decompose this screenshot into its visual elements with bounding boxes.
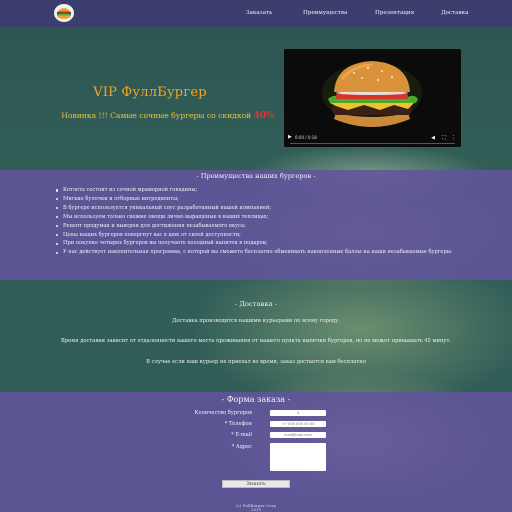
list-item: Котлета состоит из сочной мраморной говя… — [56, 186, 456, 195]
nav-link-order[interactable]: Заказать — [246, 10, 272, 16]
delivery-paragraph: В случае если наш курьер не приехал во в… — [146, 359, 366, 365]
hero-subtitle-text: Новинка !!! Самые сочные бургеры со скид… — [61, 111, 252, 120]
advantages-list: Котлета состоит из сочной мраморной говя… — [56, 186, 456, 257]
list-item: У нас действует накопительная программа,… — [56, 248, 456, 257]
play-icon[interactable]: ▶ — [288, 134, 292, 140]
video-controls: ▶ 0:00 / 0:18 ◀ ⛶ ⋮ — [284, 133, 461, 147]
more-options-icon[interactable]: ⋮ — [451, 135, 456, 141]
hero-title: VIP ФуллБургер — [93, 85, 207, 100]
delivery-title: - Доставка - — [234, 300, 278, 308]
volume-icon[interactable]: ◀ — [431, 135, 435, 141]
list-item: В бургере используется уникальный соус р… — [56, 204, 456, 213]
order-form-title: - Форма заказа - — [221, 395, 291, 404]
delivery-paragraph: Доставка производится нашими курьерами п… — [172, 318, 340, 324]
order-submit-button[interactable]: Заказать — [222, 480, 290, 488]
advantages-title: - Преимущества наших бургеров - — [196, 172, 316, 180]
burger-logo-icon[interactable] — [53, 3, 75, 23]
address-label: * Адрес — [231, 444, 252, 450]
phone-input[interactable]: +7 000 000 00 00 — [270, 421, 326, 427]
discount-value: 40% — [253, 111, 275, 121]
fullscreen-icon[interactable]: ⛶ — [442, 135, 446, 141]
video-progress-bar[interactable] — [290, 143, 455, 144]
order-form-section — [0, 392, 512, 512]
footer-year: 2019 — [250, 507, 262, 512]
email-label: * E-mail — [231, 432, 252, 438]
list-item: Рецепт продуман и выверен для достижения… — [56, 222, 456, 231]
presentation-video[interactable]: ▶ 0:00 / 0:18 ◀ ⛶ ⋮ — [284, 49, 461, 147]
address-textarea[interactable] — [270, 443, 326, 471]
nav-link-presentation[interactable]: Презентация — [375, 10, 414, 16]
top-navigation: Заказать Преимущества Презентация Достав… — [0, 0, 512, 27]
list-item: Цены наших бургеров повергнут вас в шок … — [56, 231, 456, 240]
list-item: При покупке четырех бургеров вы получает… — [56, 239, 456, 248]
delivery-paragraph: Время доставки зависит от отдаленности в… — [61, 338, 451, 344]
quantity-input[interactable]: 4 — [270, 410, 326, 416]
nav-link-advantages[interactable]: Преимущества — [303, 10, 347, 16]
quantity-label: Количество бургеров — [194, 410, 252, 416]
video-time: 0:00 / 0:18 — [295, 135, 317, 140]
nav-link-delivery[interactable]: Доставка — [441, 10, 468, 16]
list-item: Мягкие булочки и отборные ингредиенты; — [56, 195, 456, 204]
list-item: Мы используем только свежие овощи лично … — [56, 213, 456, 222]
phone-label: * Телефон — [224, 421, 252, 427]
email-input[interactable]: mail@mail.com — [270, 432, 326, 438]
